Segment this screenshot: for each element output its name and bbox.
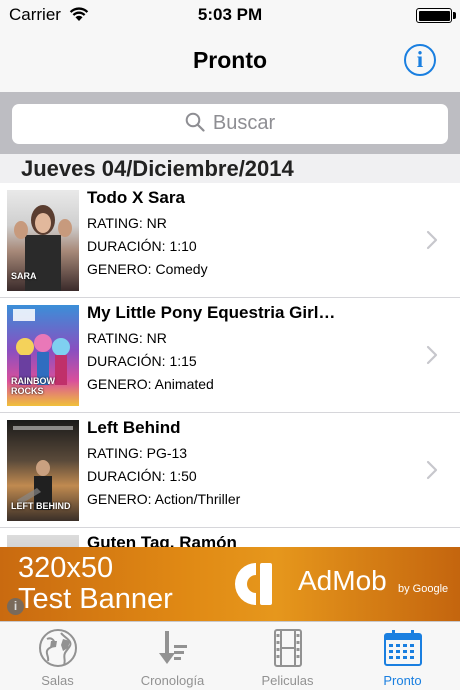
search-input[interactable]: Buscar	[12, 104, 448, 144]
movie-genre: GENERO: Action/Thriller	[87, 491, 241, 507]
ad-brand: AdMob	[298, 565, 387, 596]
tab-salas[interactable]: Salas	[0, 622, 115, 690]
movie-poster: LEFT BEHIND	[7, 420, 79, 521]
info-circle-icon: i	[416, 47, 424, 72]
tab-label: Salas	[41, 673, 74, 688]
tab-label: Pronto	[383, 673, 422, 688]
movie-duration: DURACIÓN: 1:50	[87, 468, 197, 484]
movie-duration: DURACIÓN: 1:15	[87, 353, 197, 369]
tab-label: Peliculas	[261, 673, 314, 688]
movie-poster: SARA	[7, 190, 79, 291]
tab-peliculas[interactable]: Peliculas	[230, 622, 345, 690]
poster-caption: SARA	[11, 271, 37, 281]
poster-caption: RAINBOW ROCKS	[11, 376, 55, 396]
ad-info-icon[interactable]: i	[7, 598, 24, 615]
list-item[interactable]: SARA Todo X Sara RATING: NR DURACIÓN: 1:…	[0, 183, 460, 298]
film-icon	[273, 629, 302, 667]
globe-icon	[38, 629, 77, 667]
battery-icon	[416, 8, 452, 23]
tab-cronologia[interactable]: Cronología	[115, 622, 230, 690]
ad-size-label: 320x50	[18, 552, 114, 584]
navigation-bar: Pronto i	[0, 30, 460, 92]
admob-logo-icon	[235, 563, 272, 605]
tab-pronto[interactable]: Pronto	[345, 622, 460, 690]
poster-caption: LEFT BEHIND	[11, 501, 71, 511]
ad-banner[interactable]: 320x50 Test Banner AdMob by Google i	[0, 547, 460, 621]
page-title: Pronto	[192, 47, 268, 73]
list-item[interactable]: RAINBOW ROCKS My Little Pony Equestria G…	[0, 298, 460, 413]
movie-rating: RATING: NR	[87, 330, 167, 346]
movie-rating: RATING: NR	[87, 215, 167, 231]
tab-label: Cronología	[140, 673, 205, 688]
list-item[interactable]: LEFT BEHIND Left Behind RATING: PG-13 DU…	[0, 413, 460, 528]
chevron-right-icon	[426, 460, 438, 480]
chevron-right-icon	[426, 230, 438, 250]
movie-title: Todo X Sara	[87, 188, 185, 207]
ad-text: 320x50 Test Banner	[18, 553, 173, 615]
movie-title: My Little Pony Equestria Girl…	[87, 303, 336, 322]
movie-genre: GENERO: Animated	[87, 376, 214, 392]
search-icon	[185, 112, 205, 132]
status-bar: Carrier 5:03 PM	[0, 0, 460, 30]
ad-by-google: by Google	[398, 583, 449, 595]
status-time: 5:03 PM	[197, 5, 263, 24]
date-section-header: Jueves 04/Diciembre/2014	[0, 154, 460, 183]
search-bar: Buscar	[0, 92, 460, 154]
movie-rating: RATING: PG-13	[87, 445, 188, 461]
calendar-icon	[383, 630, 422, 666]
movie-title: Left Behind	[87, 418, 181, 437]
sort-timeline-icon	[158, 631, 187, 664]
ad-test-label: Test Banner	[18, 583, 173, 615]
movie-duration: DURACIÓN: 1:10	[87, 238, 197, 254]
info-button[interactable]: i	[404, 44, 436, 76]
tab-bar: Salas Cronología Peliculas Pronto	[0, 621, 460, 690]
movie-poster: RAINBOW ROCKS	[7, 305, 79, 406]
movie-genre: GENERO: Comedy	[87, 261, 208, 277]
chevron-right-icon	[426, 345, 438, 365]
search-placeholder: Buscar	[212, 112, 276, 134]
battery-tip	[453, 12, 456, 19]
